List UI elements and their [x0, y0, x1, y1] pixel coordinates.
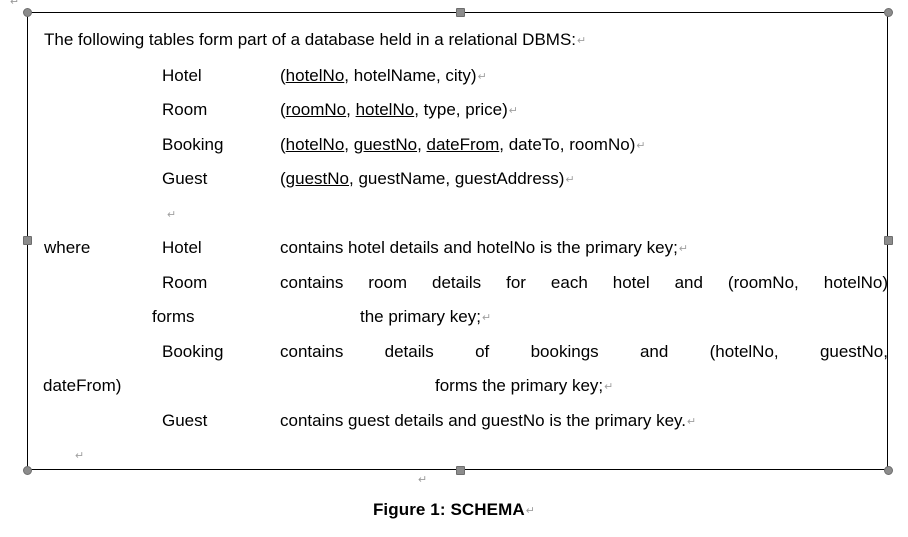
relation-name: Guest [162, 410, 208, 430]
schema-row-booking: Booking (hotelNo, guestNo, dateFrom, dat… [44, 128, 877, 163]
intro-text: The following tables form part of a data… [44, 30, 577, 49]
attribute: guestAddress [454, 169, 559, 188]
relation-attributes: (hotelNo, hotelName, city)↵ [280, 65, 487, 85]
continuation-text: the primary key; [360, 307, 481, 326]
figure-text-frame[interactable]: The following tables form part of a data… [23, 8, 893, 475]
attribute-key: guestNo [353, 134, 418, 154]
attribute: city [445, 65, 471, 85]
continuation-text: forms the primary key; [435, 376, 604, 395]
figure-caption: Figure 1: SCHEMA↵ [0, 500, 908, 520]
relation-attributes: (roomNo, hotelNo, type, price)↵ [280, 100, 518, 119]
paragraph-mark-icon: ↵ [75, 450, 85, 462]
relation-name: Hotel [162, 65, 202, 85]
paragraph-mark-icon: ↵ [477, 70, 487, 83]
paragraph-mark-icon: ↵ [167, 208, 177, 221]
relation-name: Hotel [162, 238, 202, 257]
schema-row-hotel: Hotel (hotelNo, hotelName, city)↵ [44, 59, 877, 94]
intro-paragraph: The following tables form part of a data… [44, 23, 877, 59]
where-row-booking-continuation: dateFrom) forms the primary key;↵ [43, 369, 877, 405]
paragraph-mark-icon: ↵ [481, 312, 492, 324]
relation-name: Booking [162, 341, 224, 361]
resize-handle-bottom-middle[interactable] [456, 466, 465, 475]
resize-handle-bottom-left[interactable] [23, 466, 32, 475]
attribute: type [423, 100, 456, 119]
where-row-hotel: where Hotel contains hotel details and h… [44, 231, 877, 266]
paragraph-mark-icon: ↵ [418, 474, 428, 486]
close-paren: ) [470, 65, 477, 85]
attribute-key: hotelNo [355, 100, 415, 119]
attribute-key: roomNo [285, 100, 347, 119]
resize-handle-middle-left[interactable] [23, 236, 32, 245]
relation-name: Guest [162, 169, 208, 188]
relation-attributes: (guestNo, guestName, guestAddress)↵ [280, 169, 575, 188]
resize-handle-top-right[interactable] [884, 8, 893, 17]
paragraph-mark-icon: ↵ [636, 139, 646, 152]
attribute-key: guestNo [285, 169, 349, 188]
blank-paragraph: ↵ [44, 197, 877, 232]
continuation-right: forms the primary key;↵ [435, 369, 613, 405]
paragraph-mark-icon: ↵ [565, 174, 575, 186]
frame-text-content[interactable]: The following tables form part of a data… [28, 13, 888, 473]
relation-description: contains details of bookings and (hotelN… [280, 341, 888, 361]
paragraph-mark-icon: ↵ [687, 415, 697, 428]
attribute: roomNo [569, 134, 630, 154]
paragraph-mark-icon: ↵ [604, 381, 614, 393]
relation-name: Booking [162, 134, 224, 154]
relation-attributes: (hotelNo, guestNo, dateFrom, dateTo, roo… [280, 134, 646, 154]
resize-handle-top-middle[interactable] [456, 8, 465, 17]
relation-name: Room [162, 100, 208, 119]
relation-description: contains guest details and guestNo is th… [280, 404, 888, 440]
where-row-room: Room contains room details for each hote… [44, 266, 888, 301]
description-text: contains guest details and guestNo is th… [280, 410, 687, 430]
attribute: guestName [358, 169, 446, 188]
attribute: dateTo [508, 134, 560, 154]
attribute: price [465, 100, 503, 119]
relation-description: contains room details for each hotel and… [280, 272, 888, 292]
paragraph-mark-icon: ↵ [508, 105, 518, 117]
relation-name: Room [162, 272, 208, 292]
document-page: ↵ The following tables form part of a da… [0, 0, 908, 537]
continuation-left: dateFrom) [43, 376, 122, 395]
paragraph-mark-icon: ↵ [678, 243, 689, 255]
figure-caption-text: Figure 1: SCHEMA [372, 500, 525, 519]
attribute: hotelName [353, 65, 436, 85]
attribute-key: hotelNo [285, 134, 345, 154]
paragraph-mark-icon: ↵ [10, 0, 20, 8]
paragraph-mark-icon: ↵ [525, 505, 536, 517]
schema-row-guest: Guest (guestNo, guestName, guestAddress)… [44, 162, 877, 197]
where-keyword: where [44, 238, 91, 257]
description-text: contains hotel details and hotelNo is th… [280, 238, 678, 257]
close-paren: ) [502, 100, 508, 119]
where-row-room-continuation: forms the primary key;↵ [44, 300, 877, 335]
attribute-key: dateFrom [426, 134, 500, 154]
resize-handle-top-left[interactable] [23, 8, 32, 17]
continuation-right: the primary key;↵ [360, 300, 491, 336]
paragraph-mark-icon: ↵ [577, 35, 587, 47]
schema-row-room: Room (roomNo, hotelNo, type, price)↵ [44, 93, 877, 128]
resize-handle-middle-right[interactable] [884, 236, 893, 245]
resize-handle-bottom-right[interactable] [884, 466, 893, 475]
continuation-left: forms [152, 307, 195, 326]
where-row-guest: Guest contains guest details and guestNo… [44, 404, 877, 439]
where-row-booking: Booking contains details of bookings and… [44, 335, 888, 370]
attribute-key: hotelNo [285, 65, 345, 85]
relation-description: contains hotel details and hotelNo is th… [280, 231, 888, 267]
